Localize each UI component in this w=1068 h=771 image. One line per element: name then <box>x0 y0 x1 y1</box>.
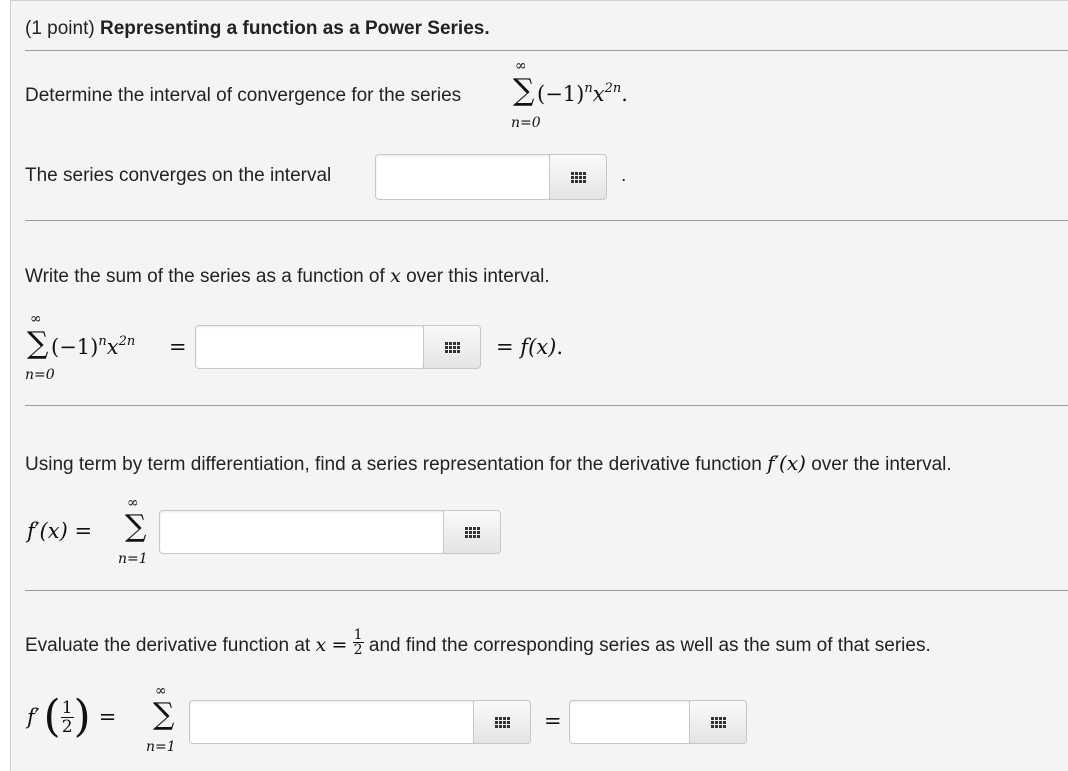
one-half-fraction: 12 <box>352 627 364 658</box>
f-prime-arg: (x) <box>39 519 68 543</box>
derivative-series-input[interactable] <box>159 510 445 554</box>
series-term: (−1)nx2n <box>51 334 135 359</box>
part3-prompt: Using term by term differentiation, find… <box>25 451 952 476</box>
f-prime-of-x-lhs: f′(x) = <box>27 519 92 543</box>
part2-prompt-before: Write the sum of the series as a functio… <box>25 266 385 287</box>
equals-sign: = <box>169 335 187 359</box>
fraction-numerator: 1 <box>352 627 364 643</box>
sum-function-equation-editor-button[interactable] <box>423 325 481 369</box>
one-half-fraction: 12 <box>60 697 74 737</box>
term-exponent-2n: 2n <box>118 334 136 349</box>
equals-sign: = <box>544 709 562 733</box>
term-base: (−1) <box>537 82 585 106</box>
sum-lower-limit: n=1 <box>118 551 148 567</box>
interval-input[interactable] <box>375 154 551 200</box>
sum-symbol-4: ∞ ∑ n=1 <box>143 683 189 757</box>
f-prime-of-half-lhs: f′ ( 12 ) = <box>27 695 116 739</box>
sum-function-input[interactable] <box>195 325 425 369</box>
right-paren: ) <box>73 691 91 742</box>
term-x: x <box>106 335 119 359</box>
term-x: x <box>592 82 605 106</box>
part3-prompt-after: over the interval. <box>811 454 952 475</box>
series-term: (−1)nx2n. <box>537 81 628 106</box>
derivative-series-equation-editor-button[interactable] <box>443 510 501 554</box>
divider <box>25 590 1068 591</box>
part2-x: x <box>390 265 401 287</box>
equals-sign: = <box>98 705 117 729</box>
sigma-symbol: ∑ <box>125 509 147 544</box>
half-series-input[interactable] <box>189 700 475 744</box>
interval-period: . <box>621 165 627 186</box>
half-sum-equation-editor-button[interactable] <box>689 700 747 744</box>
divider <box>25 405 1068 406</box>
half-sum-input[interactable] <box>569 700 691 744</box>
problem-header: (1 point) Representing a function as a P… <box>25 18 490 40</box>
part4-x: x <box>315 634 327 657</box>
part3-prompt-before: Using term by term differentiation, find… <box>25 454 762 475</box>
part2-prompt: Write the sum of the series as a functio… <box>25 265 550 288</box>
f-of-x-expression: = f(x). <box>496 335 563 359</box>
fraction-denominator: 2 <box>61 716 73 737</box>
part2-prompt-after: over this interval. <box>406 266 550 287</box>
problem-title: Representing a function as a Power Serie… <box>99 18 490 39</box>
equals-sign: = <box>496 335 514 359</box>
points-label: (1 point) <box>25 18 95 39</box>
sum-lower-limit: n=0 <box>25 367 55 383</box>
f-prime: f′ <box>27 705 40 729</box>
equation-editor-grid-icon <box>710 716 726 728</box>
sum-lower-limit: n=0 <box>511 115 541 131</box>
problem-panel: (1 point) Representing a function as a P… <box>10 0 1068 771</box>
part4-prompt: Evaluate the derivative function at x = … <box>25 628 931 658</box>
left-paren: ( <box>43 691 61 742</box>
equation-editor-grid-icon <box>464 526 480 538</box>
term-exponent-n: n <box>584 81 593 96</box>
term-exponent-2n: 2n <box>604 81 622 96</box>
term-base: (−1) <box>51 335 99 359</box>
equation-editor-grid-icon <box>494 716 510 728</box>
sum-upper-limit: ∞ <box>30 311 42 327</box>
interval-label: The series converges on the interval <box>25 165 332 186</box>
interval-equation-editor-button[interactable] <box>549 154 607 200</box>
sum-lower-limit: n=1 <box>146 739 176 755</box>
part4-prompt-after: and find the corresponding series as wel… <box>368 635 931 657</box>
fraction-numerator: 1 <box>60 697 74 718</box>
equation-editor-grid-icon <box>570 171 586 183</box>
equation-editor-grid-icon <box>444 341 460 353</box>
series-expression-1: ∞ ∑ n=0 (−1)nx2n. <box>511 58 671 136</box>
part1-prompt: Determine the interval of convergence fo… <box>25 85 462 106</box>
sigma-symbol: ∑ <box>513 73 535 108</box>
period: . <box>556 335 563 359</box>
fraction-denominator: 2 <box>353 642 363 658</box>
sum-symbol-3: ∞ ∑ n=1 <box>115 495 159 569</box>
f-prime: f′ <box>767 451 780 475</box>
term-exponent-n: n <box>98 334 107 349</box>
divider <box>25 220 1068 221</box>
half-series-equation-editor-button[interactable] <box>473 700 531 744</box>
equals-sign: = <box>74 519 93 543</box>
f-prime: f′ <box>27 519 40 543</box>
f-prime-arg: (x) <box>779 451 806 475</box>
part4-prompt-before: Evaluate the derivative function at <box>25 635 311 657</box>
sigma-symbol: ∑ <box>27 326 49 361</box>
equals-sign: = <box>331 634 348 657</box>
sigma-symbol: ∑ <box>153 697 175 732</box>
sum-upper-limit: ∞ <box>515 58 527 74</box>
f-of-x: f(x) <box>520 335 557 359</box>
term-period: . <box>621 82 628 106</box>
divider <box>25 50 1068 51</box>
